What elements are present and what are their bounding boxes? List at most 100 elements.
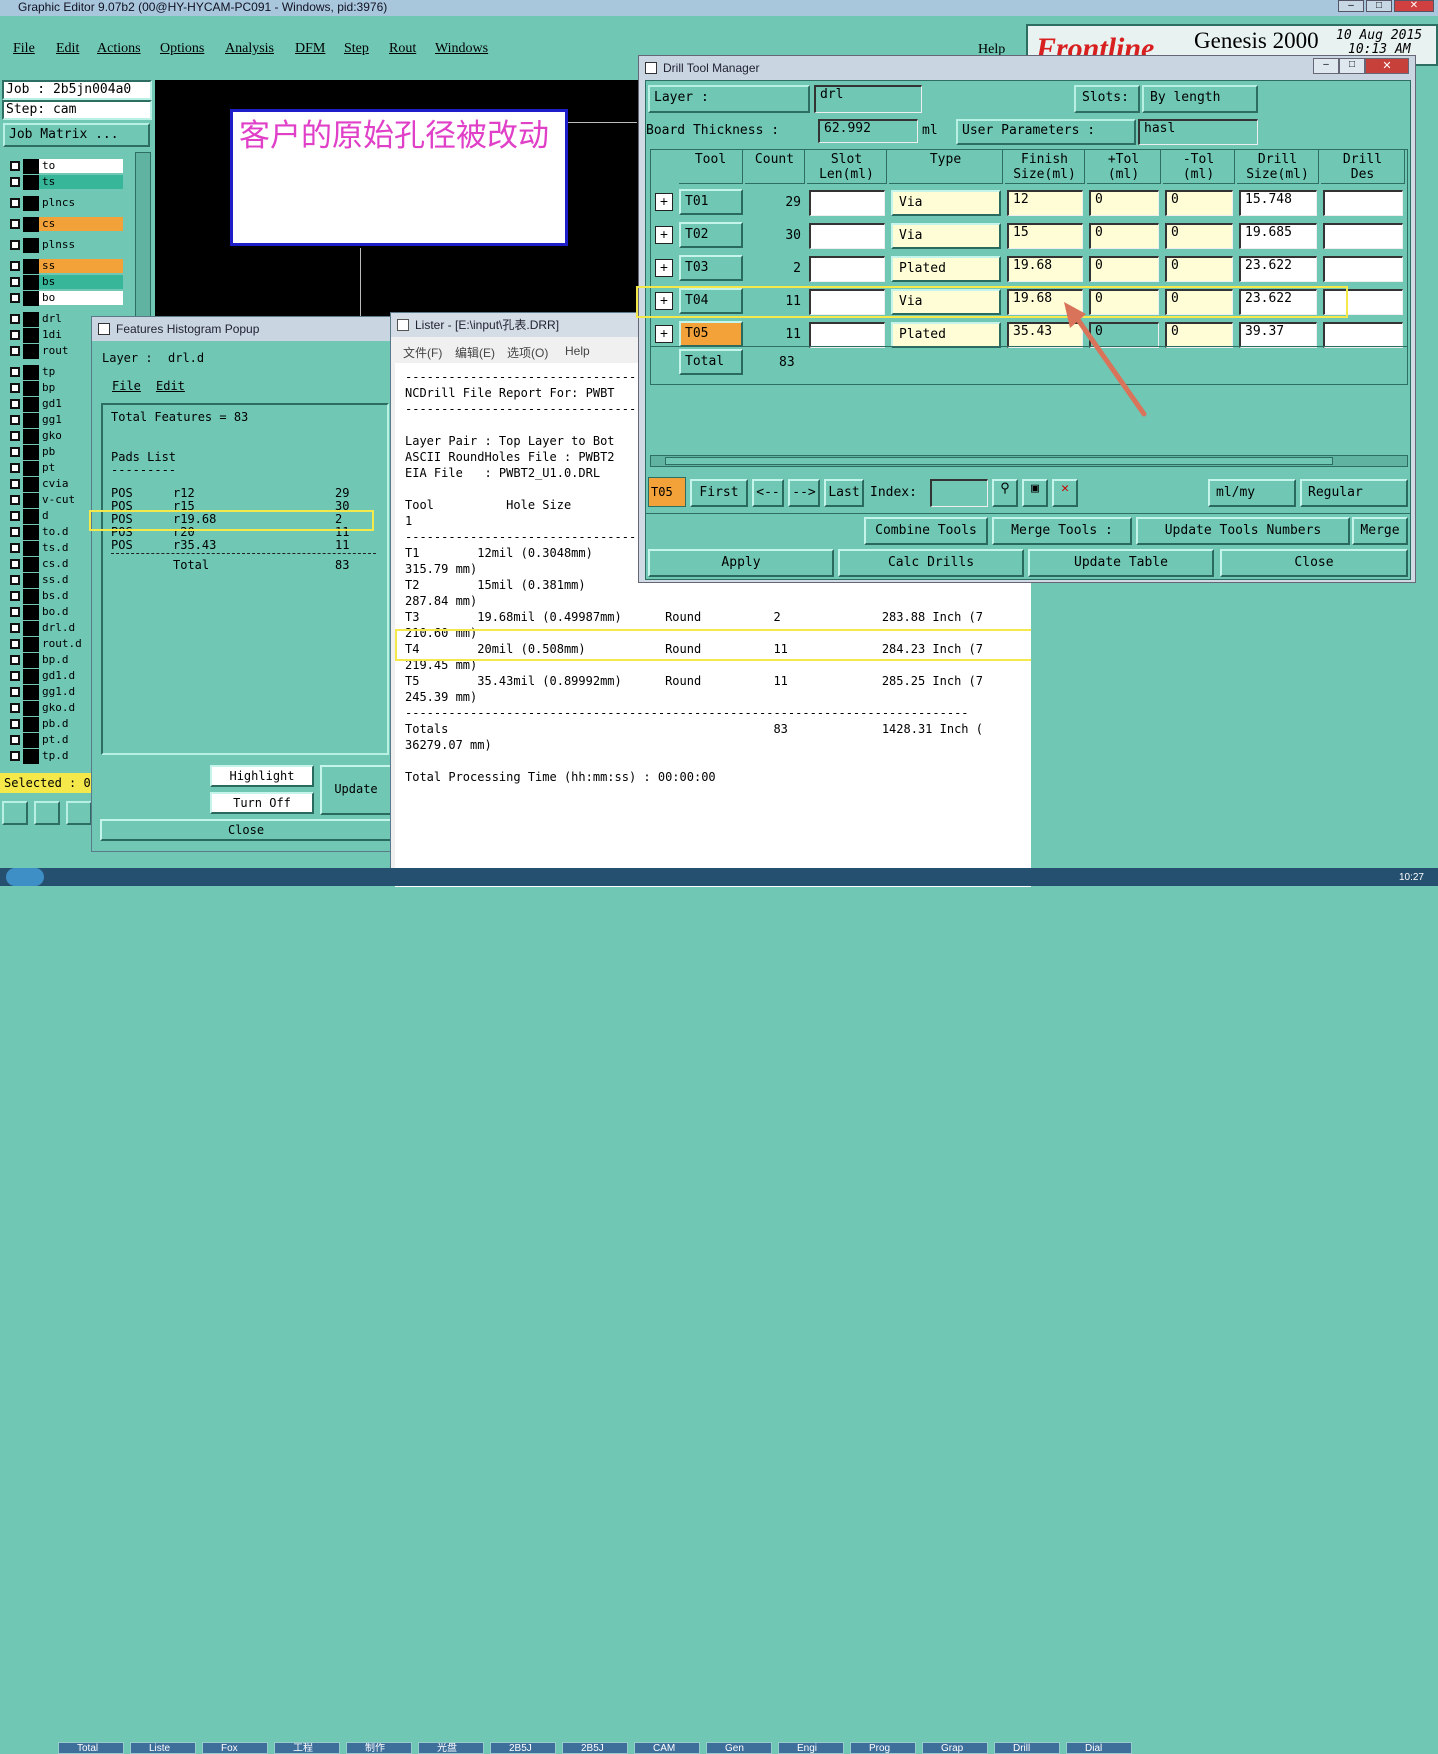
first-button[interactable]: First [690,479,748,507]
menu-dfm[interactable]: DFM [295,41,325,57]
slot-len-field[interactable] [809,322,885,348]
type-dropdown[interactable]: Plated [891,256,1001,282]
calc-drills-button[interactable]: Calc Drills [838,549,1024,577]
finish-size-field[interactable]: 19.68 [1007,256,1083,282]
close-icon[interactable]: ✕ [1394,0,1434,12]
slot-len-field[interactable] [809,190,885,216]
apply-button[interactable]: Apply [648,549,834,577]
layer-checkbox[interactable] [10,751,20,761]
layer-checkbox[interactable] [10,527,20,537]
update-numbers-dropdown[interactable]: Update Tools Numbers [1136,517,1350,545]
slot-len-field[interactable] [809,256,885,282]
layer-checkbox[interactable] [10,177,20,187]
layer-checkbox[interactable] [10,639,20,649]
taskbar-item[interactable]: CAM [634,1742,700,1754]
mode-dropdown[interactable]: Regular [1300,479,1408,507]
minus-tol-field[interactable]: 0 [1165,190,1233,216]
menu-analysis[interactable]: Analysis [225,41,274,57]
layer-field[interactable]: drl [814,85,922,113]
layer-row[interactable]: to [7,159,125,174]
lister-menu-edit[interactable]: 编辑(E) [455,344,495,361]
menu-options[interactable]: Options [160,41,204,57]
tool-row[interactable]: + T02 30 Via 15 0 0 19.685 [651,220,1407,252]
layer-checkbox[interactable] [10,383,20,393]
maximize-button[interactable]: □ [1366,0,1392,12]
tool-button[interactable]: T05 [679,321,743,347]
layer-checkbox[interactable] [10,495,20,505]
filter-icon[interactable]: ▣ [1022,479,1048,507]
layer-checkbox[interactable] [10,240,20,250]
taskbar-item[interactable]: Fox [202,1742,268,1754]
drill-des-field[interactable] [1323,223,1403,249]
layer-row[interactable]: ts [7,175,125,190]
lister-menu-help[interactable]: Help [565,344,590,358]
layer-checkbox[interactable] [10,330,20,340]
taskbar-item[interactable]: Prog [850,1742,916,1754]
menu-edit[interactable]: Edit [56,41,79,57]
drill-minimize-button[interactable]: – [1313,58,1339,74]
minus-tol-field[interactable]: 0 [1165,322,1233,348]
delete-icon[interactable]: ✕ [1052,479,1078,507]
layer-checkbox[interactable] [10,314,20,324]
type-dropdown[interactable]: Plated [891,322,1001,348]
bulb-icon[interactable]: ⚲ [992,479,1018,507]
menu-step[interactable]: Step [344,41,369,57]
drill-maximize-button[interactable]: □ [1339,58,1365,74]
plus-tol-field[interactable]: 0 [1089,223,1159,249]
drill-size-field[interactable]: 39.37 [1239,322,1317,348]
layer-checkbox[interactable] [10,479,20,489]
job-matrix-button[interactable]: Job Matrix ... [3,123,150,147]
layer-row[interactable]: plncs [7,196,125,211]
taskbar-item[interactable]: Gen [706,1742,772,1754]
minus-tol-field[interactable]: 0 [1165,256,1233,282]
layer-checkbox[interactable] [10,399,20,409]
prev-button[interactable]: <-- [752,479,784,507]
layer-checkbox[interactable] [10,543,20,553]
slots-dropdown[interactable]: By length [1142,85,1258,113]
zoom-tool-icon[interactable] [2,801,28,825]
tool-button[interactable]: T03 [679,255,743,281]
start-button[interactable] [6,868,44,886]
drill-des-field[interactable] [1323,190,1403,216]
minus-tol-field[interactable]: 0 [1165,223,1233,249]
expand-icon[interactable]: + [655,193,673,211]
taskbar-item[interactable]: Drill [994,1742,1060,1754]
hist-close-button[interactable]: Close [100,819,392,841]
taskbar-item[interactable]: Total [58,1742,124,1754]
layer-row[interactable]: cs [7,217,125,232]
table-hscroll[interactable] [650,455,1408,467]
minimize-button[interactable]: – [1338,0,1364,12]
layer-checkbox[interactable] [10,161,20,171]
turn-off-button[interactable]: Turn Off [210,792,314,814]
drill-des-field[interactable] [1323,322,1403,348]
drill-close-icon[interactable]: ✕ [1365,58,1409,74]
layer-checkbox[interactable] [10,511,20,521]
layer-checkbox[interactable] [10,687,20,697]
expand-icon[interactable]: + [655,259,673,277]
layer-row[interactable]: ss [7,259,125,274]
type-dropdown[interactable]: Via [891,190,1001,216]
tool-row[interactable]: + T01 29 Via 12 0 0 15.748 [651,187,1407,219]
combine-tools-button[interactable]: Combine Tools [864,517,988,545]
taskbar-item[interactable]: Engi [778,1742,844,1754]
layer-checkbox[interactable] [10,277,20,287]
menu-actions[interactable]: Actions [97,41,141,57]
tool-button[interactable]: T01 [679,189,743,215]
taskbar-item[interactable]: 工程 [274,1742,340,1754]
index-field[interactable] [930,479,988,507]
layer-checkbox[interactable] [10,607,20,617]
plus-tol-field[interactable]: 0 [1089,256,1159,282]
layer-row[interactable]: bo [7,291,125,306]
merge-button[interactable]: Merge [1352,517,1408,545]
taskbar-item[interactable]: 2B5J [490,1742,556,1754]
hist-menu-edit[interactable]: Edit [156,379,185,393]
drill-size-field[interactable]: 19.685 [1239,223,1317,249]
drill-size-field[interactable]: 15.748 [1239,190,1317,216]
next-button[interactable]: --> [788,479,820,507]
expand-icon[interactable]: + [655,226,673,244]
expand-icon[interactable]: + [655,325,673,343]
layer-checkbox[interactable] [10,367,20,377]
layer-checkbox[interactable] [10,703,20,713]
taskbar-item[interactable]: Dial [1066,1742,1132,1754]
layer-checkbox[interactable] [10,463,20,473]
